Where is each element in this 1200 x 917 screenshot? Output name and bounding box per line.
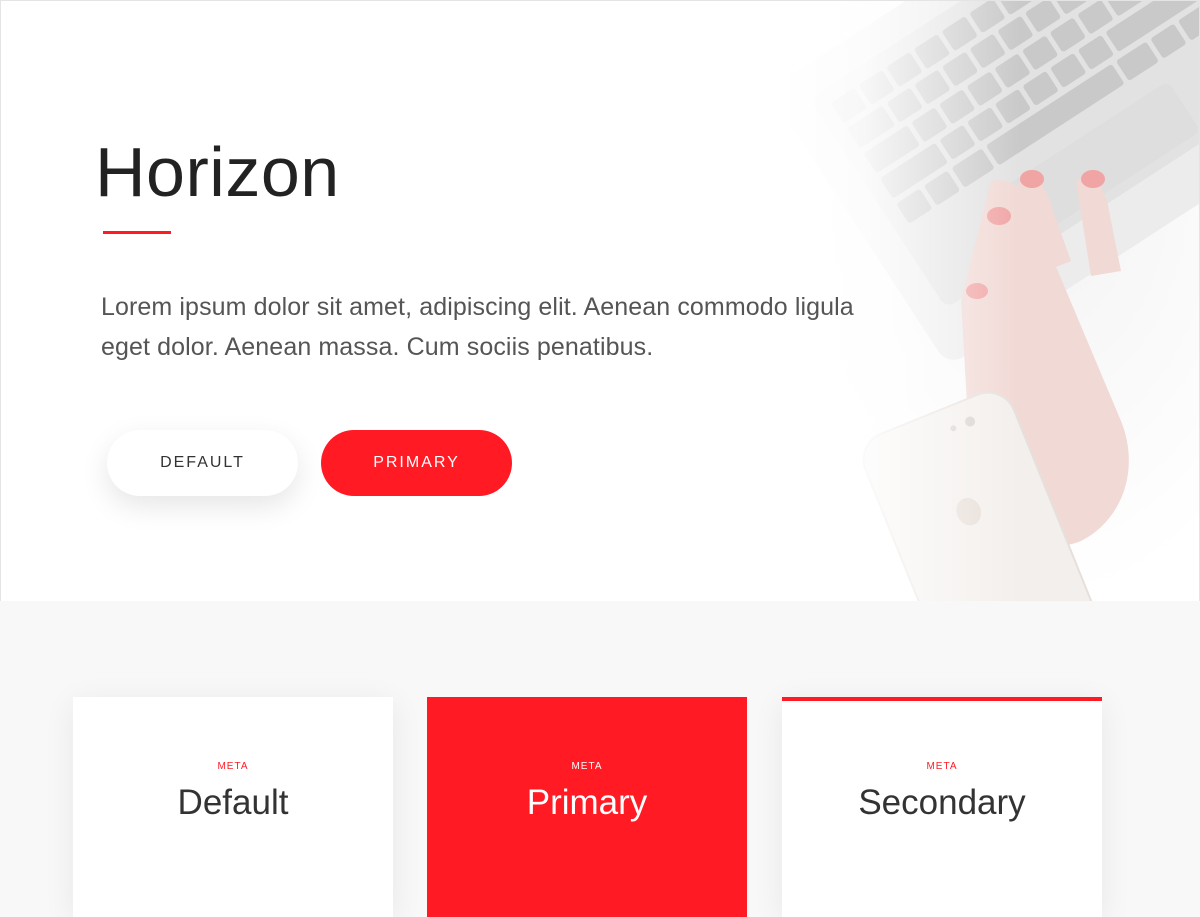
card-meta-label: META bbox=[571, 761, 603, 772]
card-title: Primary bbox=[526, 783, 648, 822]
card-secondary[interactable]: META Secondary bbox=[782, 697, 1102, 917]
primary-button[interactable]: PRIMARY bbox=[321, 430, 512, 496]
card-meta-label: META bbox=[217, 761, 249, 772]
card-default[interactable]: META Default bbox=[73, 697, 393, 917]
card-title: Default bbox=[177, 783, 289, 822]
card-meta-label: META bbox=[926, 761, 958, 772]
default-button[interactable]: DEFAULT bbox=[107, 430, 298, 496]
hero-section: Horizon Lorem ipsum dolor sit amet, adip… bbox=[0, 0, 1200, 601]
hero-description: Lorem ipsum dolor sit amet, adipiscing e… bbox=[101, 293, 854, 361]
hero-divider bbox=[103, 231, 171, 234]
card-title: Secondary bbox=[858, 783, 1026, 822]
card-primary[interactable]: META Primary bbox=[427, 697, 747, 917]
hero-title: Horizon bbox=[95, 133, 340, 211]
